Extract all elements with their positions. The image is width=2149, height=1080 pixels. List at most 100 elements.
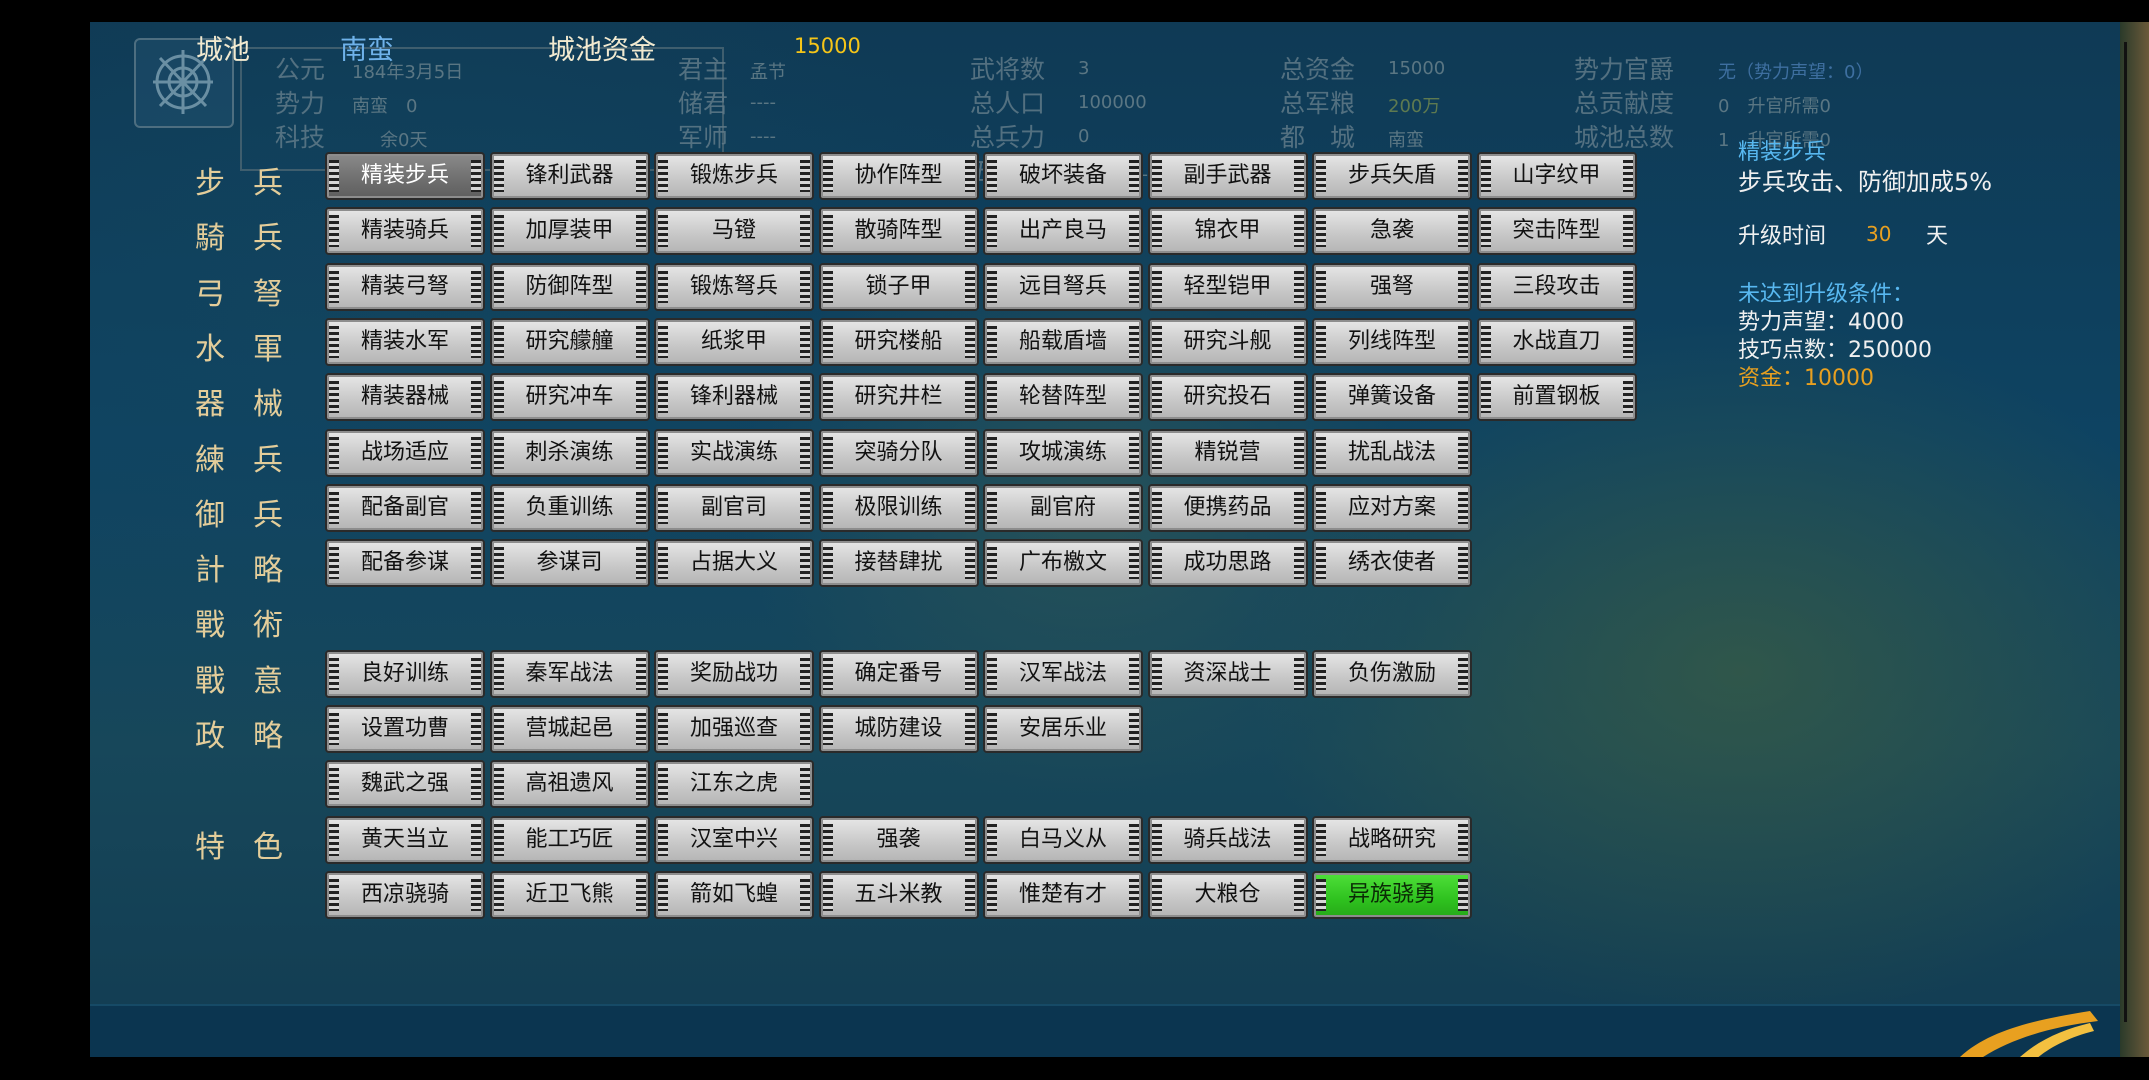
- upgrade-button[interactable]: 战略研究: [1312, 815, 1472, 864]
- upgrade-button[interactable]: 负重训练: [489, 483, 650, 532]
- upgrade-button[interactable]: 山字纹甲: [1476, 152, 1637, 200]
- upgrade-button[interactable]: 副官司: [654, 483, 814, 532]
- upgrade-button[interactable]: 协作阵型: [818, 152, 979, 200]
- upgrade-button[interactable]: 设置功曹: [325, 705, 485, 753]
- upgrade-button[interactable]: 刺杀演练: [489, 428, 650, 477]
- upgrade-button[interactable]: 占据大义: [654, 539, 814, 588]
- upgrade-button[interactable]: 列线阵型: [1312, 317, 1472, 366]
- upgrade-button[interactable]: 负伤激励: [1312, 649, 1472, 698]
- upgrade-button[interactable]: 精装步兵: [325, 152, 485, 200]
- upgrade-button[interactable]: 确定番号: [818, 649, 979, 698]
- upgrade-button[interactable]: 箭如飞蝗: [654, 870, 814, 919]
- upgrade-button[interactable]: 远目弩兵: [983, 262, 1143, 311]
- upgrade-button[interactable]: 急袭: [1312, 207, 1472, 256]
- upgrade-button[interactable]: 轮替阵型: [983, 373, 1143, 422]
- upgrade-button[interactable]: 参谋司: [489, 539, 650, 588]
- upgrade-button[interactable]: 资深战士: [1147, 649, 1308, 698]
- upgrade-button[interactable]: 三段攻击: [1476, 262, 1637, 311]
- upgrade-button[interactable]: 战场适应: [325, 428, 485, 477]
- upgrade-button[interactable]: 精装水军: [325, 317, 485, 366]
- upgrade-button[interactable]: 水战直刀: [1476, 317, 1637, 366]
- upgrade-button[interactable]: 接替肆扰: [818, 539, 979, 588]
- category-label: 戰術: [195, 608, 311, 644]
- upgrade-button[interactable]: 研究艨艟: [489, 317, 650, 366]
- upgrade-button[interactable]: 突击阵型: [1476, 207, 1637, 256]
- upgrade-button[interactable]: 精装骑兵: [325, 207, 485, 256]
- total-funds-value: 15000: [1388, 58, 1446, 79]
- upgrade-button[interactable]: 良好训练: [325, 649, 485, 698]
- upgrade-button[interactable]: 副官府: [983, 483, 1143, 532]
- upgrade-button[interactable]: 惟楚有才: [983, 870, 1143, 919]
- upgrade-button[interactable]: 配备参谋: [325, 539, 485, 588]
- upgrade-button[interactable]: 扰乱战法: [1312, 428, 1472, 477]
- upgrade-button[interactable]: 安居乐业: [983, 705, 1143, 753]
- upgrade-button[interactable]: 五斗米教: [818, 870, 979, 919]
- upgrade-button[interactable]: 高祖遗风: [489, 760, 650, 809]
- upgrade-button[interactable]: 魏武之强: [325, 760, 485, 809]
- upgrade-button[interactable]: 锻炼弩兵: [654, 262, 814, 311]
- upgrade-button[interactable]: 纸浆甲: [654, 317, 814, 366]
- upgrade-button[interactable]: 实战演练: [654, 428, 814, 477]
- upgrade-button[interactable]: 研究井栏: [818, 373, 979, 422]
- upgrade-button[interactable]: 大粮仓: [1147, 870, 1308, 919]
- upgrade-button[interactable]: 便携药品: [1147, 483, 1308, 532]
- upgrade-button[interactable]: 研究楼船: [818, 317, 979, 366]
- upgrade-button[interactable]: 锻炼步兵: [654, 152, 814, 200]
- upgrade-button[interactable]: 近卫飞熊: [489, 870, 650, 919]
- upgrade-button[interactable]: 成功思路: [1147, 539, 1308, 588]
- upgrade-button[interactable]: 白马义从: [983, 815, 1143, 864]
- upgrade-button[interactable]: 锁子甲: [818, 262, 979, 311]
- upgrade-button[interactable]: 秦军战法: [489, 649, 650, 698]
- upgrade-button[interactable]: 应对方案: [1312, 483, 1472, 532]
- upgrade-button[interactable]: 精装弓弩: [325, 262, 485, 311]
- upgrade-button[interactable]: 黄天当立: [325, 815, 485, 864]
- generals-value: 3: [1078, 58, 1090, 79]
- upgrade-button[interactable]: 极限训练: [818, 483, 979, 532]
- upgrade-button[interactable]: 营城起邑: [489, 705, 650, 753]
- upgrade-button[interactable]: 锋利器械: [654, 373, 814, 422]
- upgrade-button[interactable]: 破坏装备: [983, 152, 1143, 200]
- upgrade-button[interactable]: 能工巧匠: [489, 815, 650, 864]
- upgrade-button[interactable]: 广布檄文: [983, 539, 1143, 588]
- upgrade-button[interactable]: 马镫: [654, 207, 814, 256]
- upgrade-button[interactable]: 配备副官: [325, 483, 485, 532]
- upgrade-button[interactable]: 研究冲车: [489, 373, 650, 422]
- upgrade-button[interactable]: 强袭: [818, 815, 979, 864]
- upgrade-button[interactable]: 城防建设: [818, 705, 979, 753]
- upgrade-button[interactable]: 骑兵战法: [1147, 815, 1308, 864]
- upgrade-button[interactable]: 防御阵型: [489, 262, 650, 311]
- upgrade-button[interactable]: 步兵矢盾: [1312, 152, 1472, 200]
- upgrade-button[interactable]: 绣衣使者: [1312, 539, 1472, 588]
- upgrade-button[interactable]: 轻型铠甲: [1147, 262, 1308, 311]
- rank-value: 无（势力声望：0）: [1718, 62, 1874, 83]
- upgrade-button[interactable]: 锦衣甲: [1147, 207, 1308, 256]
- upgrade-button[interactable]: 突骑分队: [818, 428, 979, 477]
- upgrade-button[interactable]: 西凉骁骑: [325, 870, 485, 919]
- upgrade-button[interactable]: 精装器械: [325, 373, 485, 422]
- upgrade-button[interactable]: 汉室中兴: [654, 815, 814, 864]
- upgrade-button[interactable]: 副手武器: [1147, 152, 1308, 200]
- upgrade-button[interactable]: 异族骁勇: [1312, 870, 1472, 919]
- rank-label: 势力官爵: [1574, 55, 1675, 84]
- era-label: 公元: [275, 55, 326, 84]
- upgrade-button[interactable]: 攻城演练: [983, 428, 1143, 477]
- upgrade-button[interactable]: 江东之虎: [654, 760, 814, 809]
- upgrade-button[interactable]: 精锐营: [1147, 428, 1308, 477]
- upgrade-button[interactable]: 加厚装甲: [489, 207, 650, 256]
- upgrade-button[interactable]: 研究投石: [1147, 373, 1308, 422]
- troops-value: 0: [1078, 126, 1090, 147]
- upgrade-button[interactable]: 散骑阵型: [818, 207, 979, 256]
- upgrade-button[interactable]: 弹簧设备: [1312, 373, 1472, 422]
- upgrade-button[interactable]: 强弩: [1312, 262, 1472, 311]
- upgrade-button[interactable]: 锋利武器: [489, 152, 650, 200]
- lord-label: 君主: [678, 55, 729, 84]
- upgrade-button[interactable]: 加强巡查: [654, 705, 814, 753]
- force-label: 势力: [275, 89, 326, 118]
- upgrade-button[interactable]: 出产良马: [983, 207, 1143, 256]
- upgrade-button[interactable]: 奖励战功: [654, 649, 814, 698]
- upgrade-button[interactable]: 汉军战法: [983, 649, 1143, 698]
- upgrade-button[interactable]: 前置钢板: [1476, 373, 1637, 422]
- upgrade-button[interactable]: 船载盾墙: [983, 317, 1143, 366]
- upgrade-button[interactable]: 研究斗舰: [1147, 317, 1308, 366]
- tech-label: 科技: [275, 123, 326, 152]
